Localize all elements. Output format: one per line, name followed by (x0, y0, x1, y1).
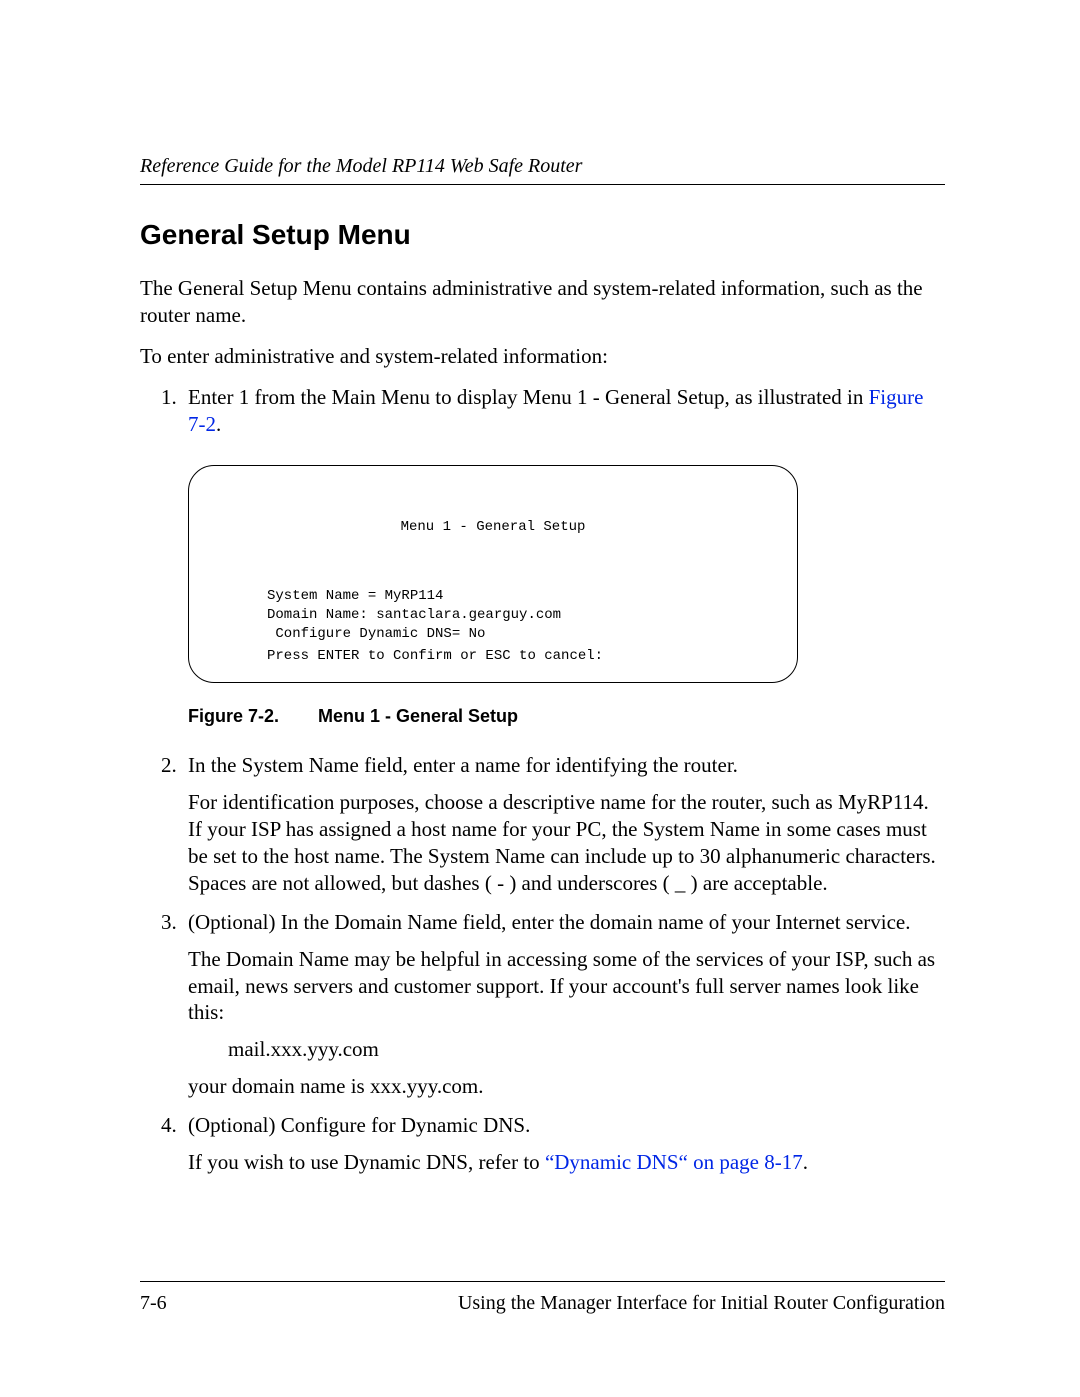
terminal-body: System Name = MyRP114 Domain Name: santa… (209, 587, 777, 644)
steps-list: Enter 1 from the Main Menu to display Me… (140, 384, 945, 1176)
intro-paragraph-2: To enter administrative and system-relat… (140, 343, 945, 370)
step-4-b-suffix: . (803, 1150, 808, 1174)
page: Reference Guide for the Model RP114 Web … (0, 0, 1080, 1397)
step-4-b: If you wish to use Dynamic DNS, refer to… (188, 1149, 945, 1176)
step-1: Enter 1 from the Main Menu to display Me… (182, 384, 945, 729)
step-4-b-prefix: If you wish to use Dynamic DNS, refer to (188, 1150, 545, 1174)
step-3-c: your domain name is xxx.yyy.com. (188, 1073, 945, 1100)
intro-paragraph-1: The General Setup Menu contains administ… (140, 275, 945, 329)
figure-label: Figure 7-2. (188, 705, 318, 728)
step-4: (Optional) Configure for Dynamic DNS. If… (182, 1112, 945, 1176)
terminal-footer: Press ENTER to Confirm or ESC to cancel: (189, 647, 797, 666)
step-1-text: Enter 1 from the Main Menu to display Me… (188, 385, 869, 409)
figure-7-2: Menu 1 - General Setup System Name = MyR… (188, 465, 945, 728)
terminal-line-3: Configure Dynamic DNS= No (267, 626, 485, 642)
running-header: Reference Guide for the Model RP114 Web … (140, 155, 945, 185)
figure-title: Menu 1 - General Setup (318, 706, 518, 726)
step-3: (Optional) In the Domain Name field, ent… (182, 909, 945, 1100)
terminal-line-2: Domain Name: santaclara.gearguy.com (267, 607, 561, 623)
terminal-box: Menu 1 - General Setup System Name = MyR… (188, 465, 798, 683)
section-title: General Setup Menu (140, 219, 945, 251)
dynamic-dns-link[interactable]: “Dynamic DNS“ on page 8-17 (545, 1150, 803, 1174)
figure-caption: Figure 7-2.Menu 1 - General Setup (188, 705, 945, 728)
step-2-b: For identification purposes, choose a de… (188, 789, 945, 897)
terminal-title: Menu 1 - General Setup (209, 518, 777, 537)
chapter-title: Using the Manager Interface for Initial … (458, 1292, 945, 1315)
page-number: 7-6 (140, 1292, 167, 1315)
step-2: In the System Name field, enter a name f… (182, 752, 945, 896)
step-4-a: (Optional) Configure for Dynamic DNS. (188, 1113, 530, 1137)
page-footer: 7-6 Using the Manager Interface for Init… (140, 1281, 945, 1315)
step-3-example: mail.xxx.yyy.com (228, 1036, 945, 1063)
terminal-line-1: System Name = MyRP114 (267, 588, 443, 604)
step-3-a: (Optional) In the Domain Name field, ent… (188, 910, 911, 934)
step-1-suffix: . (216, 412, 221, 436)
step-3-b: The Domain Name may be helpful in access… (188, 946, 945, 1027)
step-2-a: In the System Name field, enter a name f… (188, 753, 738, 777)
